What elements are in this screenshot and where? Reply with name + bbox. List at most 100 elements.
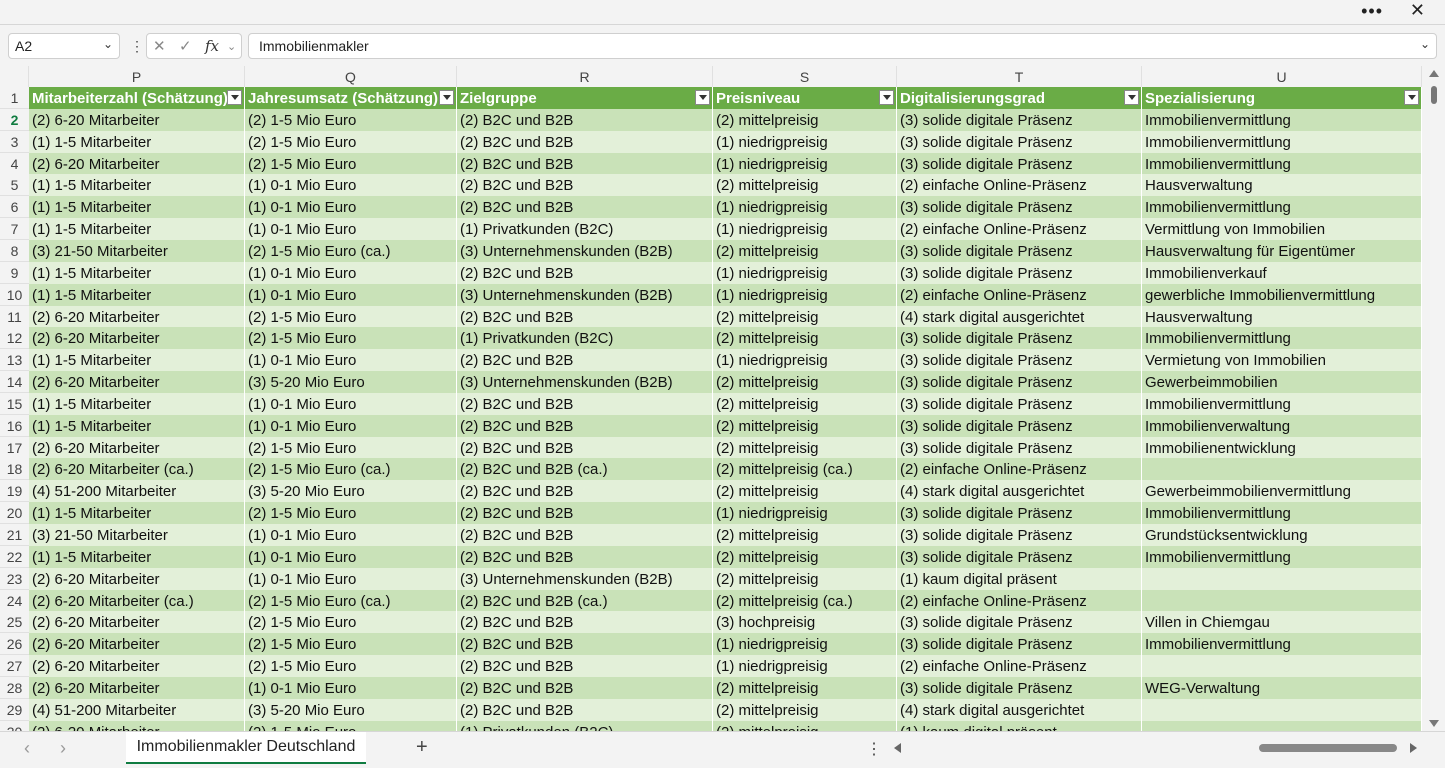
table-cell[interactable]: (1) 0-1 Mio Euro bbox=[245, 524, 457, 546]
header-cell[interactable]: Preisniveau bbox=[713, 87, 897, 109]
table-cell[interactable]: (2) 6-20 Mitarbeiter bbox=[29, 152, 245, 175]
table-cell[interactable]: Hausverwaltung für Eigentümer bbox=[1142, 239, 1422, 262]
expand-formula-icon[interactable]: ⌄ bbox=[1420, 37, 1430, 51]
table-cell[interactable]: (3) solide digitale Präsenz bbox=[897, 633, 1142, 656]
table-cell[interactable]: (3) solide digitale Präsenz bbox=[897, 371, 1142, 394]
chevron-down-icon[interactable]: ⌄ bbox=[103, 37, 113, 51]
table-cell[interactable]: (2) mittelpreisig bbox=[713, 392, 897, 415]
table-cell[interactable]: (4) 51-200 Mitarbeiter bbox=[29, 698, 245, 721]
column-header-q[interactable]: Q bbox=[245, 66, 457, 87]
row-number[interactable]: 6 bbox=[0, 196, 29, 219]
filter-dropdown-icon[interactable] bbox=[1404, 90, 1419, 105]
next-sheet-icon[interactable]: › bbox=[60, 738, 66, 759]
table-cell[interactable]: (3) 5-20 Mio Euro bbox=[245, 371, 457, 394]
header-cell[interactable]: Jahresumsatz (Schätzung) bbox=[245, 87, 457, 109]
scroll-left-icon[interactable] bbox=[894, 743, 901, 753]
table-cell[interactable] bbox=[1142, 720, 1422, 731]
table-cell[interactable]: gewerbliche Immobilienvermittlung bbox=[1142, 283, 1422, 306]
table-cell[interactable]: (2) B2C und B2B bbox=[457, 611, 713, 634]
table-cell[interactable]: (3) Unternehmenskunden (B2B) bbox=[457, 371, 713, 394]
table-cell[interactable]: (1) 1-5 Mitarbeiter bbox=[29, 283, 245, 306]
table-cell[interactable]: (2) 1-5 Mio Euro bbox=[245, 436, 457, 459]
table-cell[interactable]: (1) niedrigpreisig bbox=[713, 152, 897, 175]
table-cell[interactable]: (2) B2C und B2B bbox=[457, 152, 713, 175]
table-cell[interactable]: Hausverwaltung bbox=[1142, 174, 1422, 197]
row-number[interactable]: 10 bbox=[0, 283, 29, 306]
table-cell[interactable]: (2) 6-20 Mitarbeiter bbox=[29, 611, 245, 634]
table-cell[interactable]: (2) B2C und B2B bbox=[457, 174, 713, 197]
table-cell[interactable]: (1) kaum digital präsent bbox=[897, 567, 1142, 590]
row-number[interactable]: 5 bbox=[0, 174, 29, 197]
table-cell[interactable]: (2) mittelpreisig bbox=[713, 174, 897, 197]
table-cell[interactable]: (2) B2C und B2B bbox=[457, 349, 713, 372]
table-cell[interactable]: (1) 1-5 Mitarbeiter bbox=[29, 174, 245, 197]
column-header-r[interactable]: R bbox=[457, 66, 713, 87]
table-cell[interactable]: Hausverwaltung bbox=[1142, 305, 1422, 328]
table-cell[interactable]: (2) 6-20 Mitarbeiter bbox=[29, 720, 245, 731]
table-cell[interactable]: (1) niedrigpreisig bbox=[713, 261, 897, 284]
row-number[interactable]: 21 bbox=[0, 524, 29, 546]
table-cell[interactable]: (1) 0-1 Mio Euro bbox=[245, 261, 457, 284]
table-cell[interactable]: (3) solide digitale Präsenz bbox=[897, 196, 1142, 219]
table-cell[interactable]: (1) Privatkunden (B2C) bbox=[457, 327, 713, 350]
table-cell[interactable]: (2) B2C und B2B bbox=[457, 655, 713, 678]
table-cell[interactable]: (2) B2C und B2B bbox=[457, 524, 713, 546]
filter-dropdown-icon[interactable] bbox=[695, 90, 710, 105]
table-cell[interactable]: (2) 1-5 Mio Euro bbox=[245, 108, 457, 131]
table-cell[interactable]: (1) 1-5 Mitarbeiter bbox=[29, 130, 245, 153]
insert-function-icon[interactable]: fx bbox=[205, 37, 219, 55]
table-cell[interactable]: (1) 0-1 Mio Euro bbox=[245, 283, 457, 306]
table-cell[interactable]: (3) 21-50 Mitarbeiter bbox=[29, 239, 245, 262]
row-number[interactable]: 14 bbox=[0, 371, 29, 394]
table-cell[interactable]: (3) solide digitale Präsenz bbox=[897, 349, 1142, 372]
table-cell[interactable]: (3) solide digitale Präsenz bbox=[897, 611, 1142, 634]
table-cell[interactable]: (2) 1-5 Mio Euro bbox=[245, 305, 457, 328]
table-cell[interactable]: (2) B2C und B2B bbox=[457, 414, 713, 437]
table-cell[interactable] bbox=[1142, 458, 1422, 481]
row-number[interactable]: 30 bbox=[0, 720, 29, 731]
table-cell[interactable]: (1) niedrigpreisig bbox=[713, 130, 897, 153]
table-cell[interactable]: (2) B2C und B2B bbox=[457, 698, 713, 721]
horizontal-scroll-thumb[interactable] bbox=[1259, 744, 1397, 752]
table-cell[interactable]: (2) B2C und B2B (ca.) bbox=[457, 458, 713, 481]
table-cell[interactable]: (1) niedrigpreisig bbox=[713, 502, 897, 525]
table-cell[interactable]: (3) solide digitale Präsenz bbox=[897, 436, 1142, 459]
table-cell[interactable]: (2) 6-20 Mitarbeiter bbox=[29, 108, 245, 131]
table-cell[interactable]: (1) niedrigpreisig bbox=[713, 283, 897, 306]
chevron-down-icon[interactable]: ⌄ bbox=[227, 40, 236, 53]
more-options-icon[interactable]: ••• bbox=[1361, 1, 1383, 22]
table-cell[interactable]: (2) B2C und B2B bbox=[457, 676, 713, 699]
table-cell[interactable]: (1) 0-1 Mio Euro bbox=[245, 545, 457, 568]
table-cell[interactable]: (2) B2C und B2B bbox=[457, 633, 713, 656]
table-cell[interactable]: (3) solide digitale Präsenz bbox=[897, 502, 1142, 525]
row-number[interactable]: 28 bbox=[0, 676, 29, 699]
table-cell[interactable]: (2) 1-5 Mio Euro bbox=[245, 152, 457, 175]
table-cell[interactable]: (1) 1-5 Mitarbeiter bbox=[29, 545, 245, 568]
table-cell[interactable]: (2) 6-20 Mitarbeiter (ca.) bbox=[29, 589, 245, 612]
filter-dropdown-icon[interactable] bbox=[439, 90, 454, 105]
table-cell[interactable]: (2) einfache Online-Präsenz bbox=[897, 589, 1142, 612]
table-cell[interactable]: (2) 6-20 Mitarbeiter bbox=[29, 327, 245, 350]
sheet-options-icon[interactable]: ⋮ bbox=[866, 739, 882, 759]
table-cell[interactable]: (2) 1-5 Mio Euro bbox=[245, 633, 457, 656]
table-cell[interactable]: Immobilienvermittlung bbox=[1142, 108, 1422, 131]
table-cell[interactable]: (1) 1-5 Mitarbeiter bbox=[29, 218, 245, 241]
table-cell[interactable]: (1) niedrigpreisig bbox=[713, 196, 897, 219]
table-cell[interactable]: (2) B2C und B2B (ca.) bbox=[457, 589, 713, 612]
table-cell[interactable]: (3) solide digitale Präsenz bbox=[897, 327, 1142, 350]
filter-dropdown-icon[interactable] bbox=[227, 90, 242, 105]
table-cell[interactable]: (1) 0-1 Mio Euro bbox=[245, 174, 457, 197]
column-header-s[interactable]: S bbox=[713, 66, 897, 87]
table-cell[interactable]: Grundstücksentwicklung bbox=[1142, 524, 1422, 546]
table-cell[interactable]: (3) 5-20 Mio Euro bbox=[245, 480, 457, 503]
table-cell[interactable]: (3) solide digitale Präsenz bbox=[897, 130, 1142, 153]
row-number[interactable]: 22 bbox=[0, 545, 29, 568]
table-cell[interactable]: (3) 21-50 Mitarbeiter bbox=[29, 524, 245, 546]
row-number[interactable]: 18 bbox=[0, 458, 29, 481]
table-cell[interactable]: Immobilienvermittlung bbox=[1142, 545, 1422, 568]
close-icon[interactable]: ✕ bbox=[1410, 0, 1425, 21]
table-cell[interactable]: (2) mittelpreisig bbox=[713, 480, 897, 503]
table-cell[interactable]: (2) mittelpreisig bbox=[713, 524, 897, 546]
column-header-t[interactable]: T bbox=[897, 66, 1142, 87]
table-cell[interactable]: (2) mittelpreisig bbox=[713, 567, 897, 590]
